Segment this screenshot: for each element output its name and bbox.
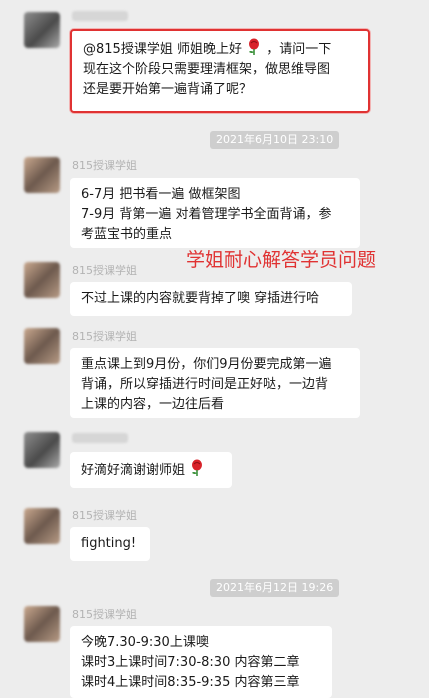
message-bubble[interactable]: 重点课上到9月份，你们9月份要完成第一遍 背诵，所以穿插进行时间是正好哒，一边背… [70,348,360,418]
message-text: 重点课上到9月份，你们9月份要完成第一遍 [81,357,332,372]
message-text: 今晚7.30-9:30上课噢 [81,635,209,650]
timestamp: 2021年6月10日 23:10 [210,131,340,149]
avatar[interactable] [24,262,60,298]
message-bubble[interactable]: 6-7月 把书看一遍 做框架图 7-9月 背第一遍 对着管理学书全面背诵，参 考… [70,178,360,248]
message-bubble[interactable]: 今晚7.30-9:30上课噢 课时3上课时间7:30-8:30 内容第二章 课时… [70,626,332,698]
message-bubble[interactable]: 不过上课的内容就要背掉了噢 穿插进行哈 [70,282,352,316]
sender-name: 815授课学姐 [72,608,137,621]
avatar[interactable] [24,12,60,48]
message-bubble[interactable]: 好滴好滴谢谢师姐 [70,452,232,488]
avatar[interactable] [24,508,60,544]
message-text: 课时4上课时间8:35-9:35 内容第三章 [81,675,300,690]
message-text: fighting! [81,536,137,551]
sender-name: 815授课学姐 [72,509,137,522]
message-text: 不过上课的内容就要背掉了噢 穿插进行哈 [81,291,320,306]
sender-name: 815授课学姐 [72,159,137,172]
message-text: 7-9月 背第一遍 对着管理学书全面背诵，参 [81,207,332,222]
message-text: 6-7月 把书看一遍 做框架图 [81,187,241,202]
annotation-caption: 学姐耐心解答学员问题 [186,249,377,271]
message-text: 上课的内容，一边往后看 [81,397,225,412]
message-text: 好滴好滴谢谢师姐 [81,463,186,478]
message-text: 考蓝宝书的重点 [81,227,173,242]
blurred-sender-name [72,433,128,443]
sender-name: 815授课学姐 [72,330,137,343]
blurred-sender-name [72,11,128,21]
message-text: 现在这个阶段只需要理清框架，做思维导图 [83,62,331,77]
rose-emoji-icon [192,459,203,476]
avatar[interactable] [24,157,60,193]
avatar[interactable] [24,432,60,468]
message-text: ，请问一下 [266,42,332,57]
message-text: 课时3上课时间7:30-8:30 内容第二章 [81,655,300,670]
sender-name: 815授课学姐 [72,264,137,277]
rose-emoji-icon [249,38,260,55]
message-text: 还是要开始第一遍背诵了呢？ [83,82,253,97]
message-bubble[interactable]: fighting! [70,527,150,561]
avatar[interactable] [24,606,60,642]
message-bubble-question[interactable]: @815授课学姐 师姐晚上好 ，请问一下 现在这个阶段只需要理清框架，做思维导图… [70,29,370,113]
avatar[interactable] [24,328,60,364]
message-text: 背诵，所以穿插进行时间是正好哒，一边背 [81,377,329,392]
timestamp: 2021年6月12日 19:26 [210,579,340,597]
message-text: @815授课学姐 师姐晚上好 [83,42,242,57]
